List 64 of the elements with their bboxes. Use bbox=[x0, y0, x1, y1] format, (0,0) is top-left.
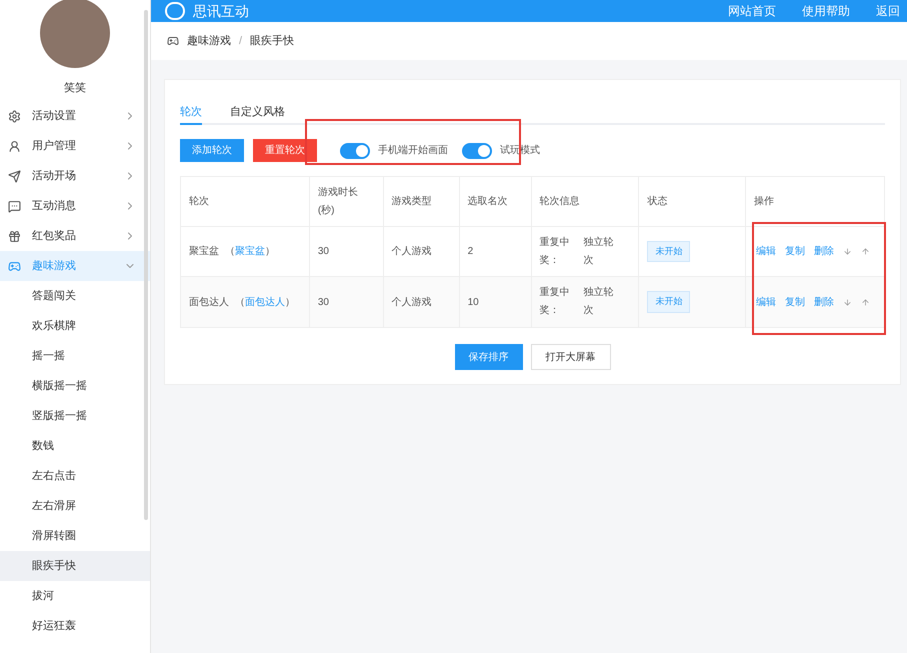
status-tag: 未开始 bbox=[647, 240, 690, 262]
move-down-icon[interactable] bbox=[843, 298, 852, 306]
submenu-item[interactable]: 滑屏转圈 bbox=[0, 521, 150, 551]
breadcrumb-link[interactable]: 趣味游戏 bbox=[187, 32, 231, 50]
game-link[interactable]: （聚宝盆） bbox=[225, 244, 275, 259]
open-big-screen-button[interactable]: 打开大屏幕 bbox=[530, 344, 610, 370]
round-name: 聚宝盆 bbox=[189, 244, 219, 259]
breadcrumb-separator: / bbox=[239, 34, 242, 49]
submenu-item[interactable]: 答题闯关 bbox=[0, 281, 150, 311]
table-cell: 个人游戏 bbox=[384, 277, 460, 327]
table-cell: 10 bbox=[460, 277, 532, 327]
info-value: 独立轮次 bbox=[584, 286, 615, 318]
site-title: 思讯互动 bbox=[193, 2, 249, 20]
toggle-label: 手机端开始画面 bbox=[378, 144, 448, 158]
status-tag: 未开始 bbox=[647, 291, 690, 313]
toggle-switch[interactable] bbox=[340, 142, 370, 158]
column-header: 轮次信息 bbox=[532, 177, 640, 226]
menu-item[interactable]: 互动消息 bbox=[0, 191, 150, 221]
submenu-item[interactable]: 横版摇一摇 bbox=[0, 371, 150, 401]
column-header: 轮次 bbox=[181, 177, 310, 226]
submenu-item[interactable]: 竖版摇一摇 bbox=[0, 401, 150, 431]
submenu-item[interactable]: 数钱 bbox=[0, 431, 150, 461]
info-label: 重复中奖： bbox=[540, 286, 571, 318]
menu-item[interactable]: 用户管理 bbox=[0, 131, 150, 161]
user-name: 笑笑 bbox=[63, 81, 87, 96]
logo-icon bbox=[165, 2, 185, 20]
info-label: 重复中奖： bbox=[540, 236, 571, 268]
column-header: 操作 bbox=[753, 194, 776, 208]
submenu-item[interactable]: 左右滑屏 bbox=[0, 491, 150, 521]
paper-plane-icon bbox=[8, 170, 21, 182]
game-link[interactable]: （面包达人） bbox=[235, 294, 295, 310]
scrollbar[interactable] bbox=[144, 10, 148, 520]
table-cell: 个人游戏 bbox=[384, 227, 460, 276]
gamepad-icon bbox=[167, 35, 179, 47]
move-up-icon[interactable] bbox=[861, 247, 870, 256]
menu-item[interactable]: 活动设置 bbox=[0, 101, 150, 131]
submenu-item[interactable]: 欢乐棋牌 bbox=[0, 311, 150, 341]
round-name: 面包达人 bbox=[189, 296, 229, 310]
menu-item[interactable]: 活动开场 bbox=[0, 161, 150, 191]
column-header: 游戏时长(秒) bbox=[310, 177, 384, 226]
gear-icon bbox=[8, 110, 21, 122]
info-value: 独立轮次 bbox=[584, 236, 615, 268]
toggle-switch[interactable] bbox=[462, 142, 492, 158]
submenu-item[interactable]: 左右点击 bbox=[0, 461, 150, 491]
column-header: 状态 bbox=[639, 177, 746, 226]
submenu-item[interactable]: 拔河 bbox=[0, 581, 150, 611]
column-header: 游戏类型 bbox=[384, 177, 460, 226]
submenu-item[interactable]: 眼疾手快 bbox=[0, 551, 150, 581]
menu-item[interactable]: 红包奖品 bbox=[0, 221, 150, 251]
table-cell: 30 bbox=[310, 277, 384, 327]
submenu-item[interactable]: 摇一摇 bbox=[0, 341, 150, 371]
user-icon bbox=[8, 140, 21, 152]
reset-round-button[interactable]: 重置轮次 bbox=[253, 139, 317, 162]
breadcrumb-current: 眼疾手快 bbox=[250, 34, 294, 49]
column-header: 选取名次 bbox=[460, 177, 532, 226]
gift-icon bbox=[8, 230, 21, 242]
tab[interactable]: 自定义风格 bbox=[230, 104, 285, 125]
chat-icon bbox=[8, 200, 21, 212]
gamepad-icon bbox=[8, 260, 21, 272]
submenu-item[interactable]: 好运狂轰 bbox=[0, 611, 150, 641]
table-cell: 2 bbox=[460, 227, 532, 276]
move-down-icon[interactable] bbox=[843, 247, 852, 256]
table-cell: 30 bbox=[310, 227, 384, 276]
move-up-icon[interactable] bbox=[861, 298, 870, 306]
